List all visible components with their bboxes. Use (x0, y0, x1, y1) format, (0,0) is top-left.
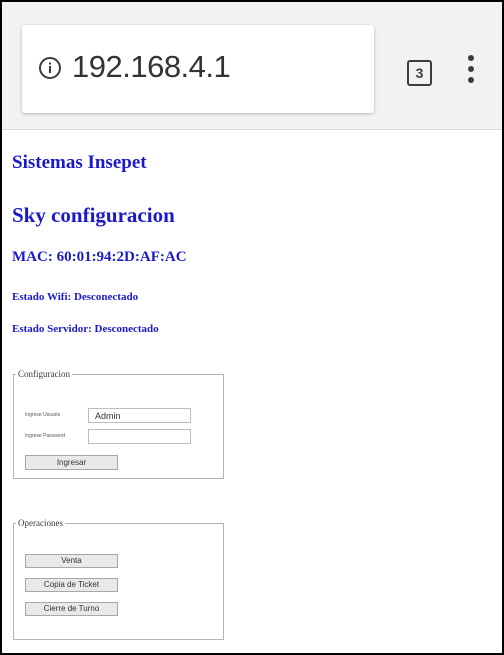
page-title: Sistemas Insepet (12, 152, 147, 173)
wifi-status: Estado Wifi: Desconectado (12, 291, 139, 303)
config-fieldset: Configuracion Ingrese Usuario Admin Ingr… (13, 369, 224, 479)
address-bar[interactable]: 192.168.4.1 (22, 25, 374, 113)
login-button[interactable]: Ingresar (25, 455, 118, 470)
operations-legend: Operaciones (18, 518, 63, 528)
address-text[interactable]: 192.168.4.1 (72, 49, 231, 85)
venta-button[interactable]: Venta (25, 554, 118, 568)
copia-ticket-button[interactable]: Copia de Ticket (25, 578, 118, 592)
cierre-turno-button[interactable]: Cierre de Turno (25, 602, 118, 616)
mac-address: MAC: 60:01:94:2D:AF:AC (12, 249, 187, 265)
info-icon[interactable] (38, 56, 62, 80)
user-input[interactable]: Admin (88, 408, 191, 423)
password-input[interactable] (88, 429, 191, 444)
operations-fieldset: Operaciones Venta Copia de Ticket Cierre… (13, 518, 224, 640)
screenshot-frame: 192.168.4.1 3 Sistemas Insepet Sky confi… (0, 0, 504, 655)
config-legend: Configuracion (18, 369, 70, 379)
browser-toolbar: 192.168.4.1 3 (2, 2, 502, 130)
more-vert-icon[interactable] (468, 55, 476, 89)
password-label: Ingrese Password (25, 433, 66, 439)
server-status: Estado Servidor: Desconectado (12, 323, 159, 335)
page-subtitle: Sky configuracion (12, 203, 175, 227)
tab-switcher-button[interactable]: 3 (407, 60, 432, 86)
user-label: Ingrese Usuario (25, 412, 61, 418)
